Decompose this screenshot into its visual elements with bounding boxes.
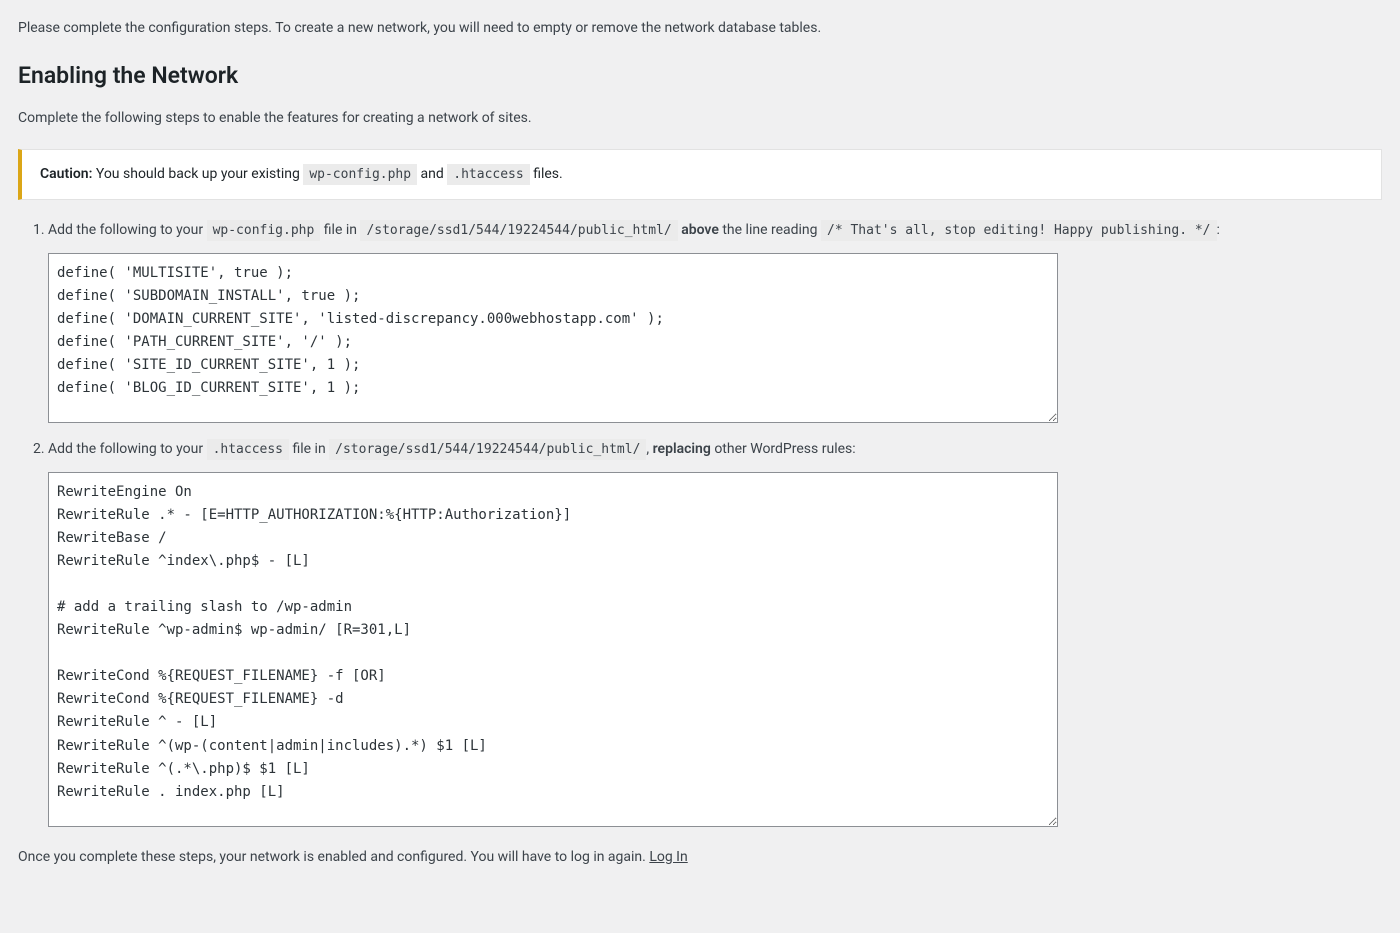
caution-code-2: .htaccess xyxy=(447,164,529,185)
step1-bold-1: above xyxy=(681,222,719,238)
page-heading: Enabling the Network xyxy=(18,59,1382,94)
intro-text: Please complete the configuration steps.… xyxy=(18,18,1382,39)
caution-code-1: wp-config.php xyxy=(303,164,417,185)
step-1: Add the following to your wp-config.php … xyxy=(48,220,1382,423)
step1-code-1: wp-config.php xyxy=(207,220,321,241)
step2-text-2: file in xyxy=(289,441,329,457)
steps-list: Add the following to your wp-config.php … xyxy=(48,220,1382,827)
step-2: Add the following to your .htaccess file… xyxy=(48,439,1382,827)
step1-text-1: Add the following to your xyxy=(48,222,207,238)
step1-text-4: the line reading xyxy=(719,222,821,238)
caution-text-2: and xyxy=(417,166,447,182)
subtitle-text: Complete the following steps to enable t… xyxy=(18,108,1382,129)
outro-text: Once you complete these steps, your netw… xyxy=(18,847,1382,868)
step1-code-3: /* That's all, stop editing! Happy publi… xyxy=(821,220,1217,241)
step2-code-1: .htaccess xyxy=(207,439,289,460)
caution-label: Caution: xyxy=(40,166,92,182)
step2-text-4: other WordPress rules: xyxy=(711,441,856,457)
caution-text-3: files. xyxy=(530,166,563,182)
wpconfig-textarea[interactable] xyxy=(48,253,1058,423)
login-link[interactable]: Log In xyxy=(649,849,687,865)
htaccess-textarea[interactable] xyxy=(48,472,1058,827)
step2-code-2: /storage/ssd1/544/19224544/public_html/ xyxy=(329,439,646,460)
step2-text-1: Add the following to your xyxy=(48,441,207,457)
caution-text-1: You should back up your existing xyxy=(92,166,303,182)
outro-span: Once you complete these steps, your netw… xyxy=(18,849,649,865)
step1-text-2: file in xyxy=(320,222,360,238)
caution-notice: Caution: You should back up your existin… xyxy=(18,149,1382,200)
step1-text-5: : xyxy=(1217,222,1220,238)
step2-bold-1: replacing xyxy=(653,441,711,457)
step1-code-2: /storage/ssd1/544/19224544/public_html/ xyxy=(360,220,677,241)
